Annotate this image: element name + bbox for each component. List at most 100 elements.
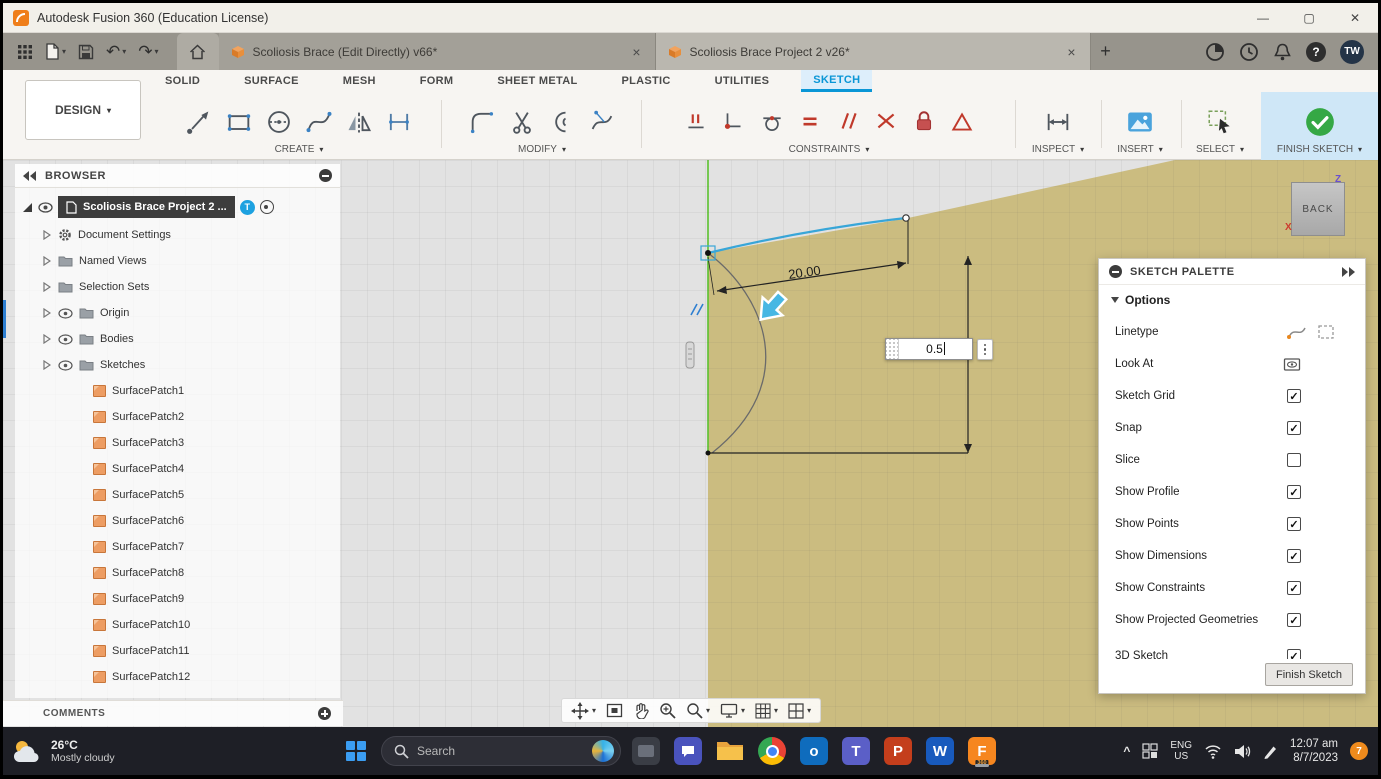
root-component[interactable]: Scoliosis Brace Project 2 ... xyxy=(58,196,235,218)
search-highlights-icon[interactable] xyxy=(592,740,614,762)
app-icon-teams-chat[interactable] xyxy=(671,734,705,768)
zoom-icon[interactable] xyxy=(656,702,679,719)
tree-item-surfacepatch[interactable]: SurfacePatch12 xyxy=(15,664,340,690)
measure-tool-icon[interactable] xyxy=(1044,108,1072,136)
modeling-canvas[interactable]: 20.00 0.5 BACK Z X ▾ ▾ ▾ ▾ ▾ BROWSER Sco… xyxy=(3,160,1378,727)
tree-item-surfacepatch[interactable]: SurfacePatch1 xyxy=(15,378,340,404)
home-tab[interactable] xyxy=(176,33,219,70)
slot-tool-icon[interactable] xyxy=(385,108,413,136)
tree-item-document-settings[interactable]: Document Settings xyxy=(15,222,340,248)
tab-plastic[interactable]: PLASTIC xyxy=(609,70,682,92)
parallel-constraint-icon[interactable] xyxy=(835,109,861,135)
select-dropdown[interactable]: SELECT ▾ xyxy=(1196,144,1244,155)
volume-icon[interactable] xyxy=(1234,744,1251,759)
expand-comments-icon[interactable] xyxy=(318,707,331,720)
show-profile-checkbox[interactable] xyxy=(1287,485,1301,499)
document-tab-1[interactable]: Scoliosis Brace (Edit Directly) v66* × xyxy=(218,33,656,70)
disclosure-icon[interactable] xyxy=(43,334,52,344)
line-tool-icon[interactable] xyxy=(185,108,213,136)
notification-count-badge[interactable]: 7 xyxy=(1350,742,1368,760)
viewports-icon[interactable]: ▾ xyxy=(785,702,814,719)
tree-item-selection-sets[interactable]: Selection Sets xyxy=(15,274,340,300)
file-menu-button[interactable]: ▾ xyxy=(41,39,70,65)
visibility-eye-icon[interactable] xyxy=(58,333,73,345)
tab-utilities[interactable]: UTILITIES xyxy=(703,70,782,92)
tree-item-surfacepatch[interactable]: SurfacePatch3 xyxy=(15,430,340,456)
taskbar-search[interactable] xyxy=(381,736,621,766)
dock-panel-icon[interactable] xyxy=(1341,266,1355,277)
app-icon-outlook[interactable]: o xyxy=(797,734,831,768)
tree-item-surfacepatch[interactable]: SurfacePatch5 xyxy=(15,482,340,508)
equal-constraint-icon[interactable] xyxy=(797,109,823,135)
disclosure-icon[interactable] xyxy=(43,308,52,318)
app-icon-word[interactable]: W xyxy=(923,734,957,768)
horizontal-vertical-constraint-icon[interactable] xyxy=(683,109,709,135)
tab-mesh[interactable]: MESH xyxy=(331,70,388,92)
insert-dropdown[interactable]: INSERT ▾ xyxy=(1117,144,1163,155)
disclosure-icon[interactable] xyxy=(43,230,52,240)
show-projected-geometries-checkbox[interactable] xyxy=(1287,613,1301,627)
wifi-icon[interactable] xyxy=(1204,744,1222,759)
tree-item-origin[interactable]: Origin xyxy=(15,300,340,326)
fillet-tool-icon[interactable] xyxy=(468,108,496,136)
midpoint-constraint-icon[interactable] xyxy=(873,109,899,135)
insert-image-icon[interactable] xyxy=(1125,109,1155,135)
finish-sketch-palette-button[interactable]: Finish Sketch xyxy=(1265,663,1353,686)
new-tab-button[interactable]: + xyxy=(1091,39,1121,65)
app-icon-powerpoint[interactable]: P xyxy=(881,734,915,768)
tab-sheet-metal[interactable]: SHEET METAL xyxy=(485,70,589,92)
sketch-point[interactable] xyxy=(705,450,711,456)
fix-lock-constraint-icon[interactable] xyxy=(911,109,937,135)
tree-item-surfacepatch[interactable]: SurfacePatch4 xyxy=(15,456,340,482)
input-drag-grip[interactable] xyxy=(886,339,899,359)
user-avatar[interactable]: TW xyxy=(1340,39,1364,64)
options-section-header[interactable]: Options xyxy=(1111,293,1170,307)
collapse-palette-icon[interactable] xyxy=(1109,265,1122,278)
create-dropdown[interactable]: CREATE ▾ xyxy=(275,144,324,155)
tab-close-icon[interactable]: × xyxy=(630,44,642,60)
tab-sketch[interactable]: SKETCH xyxy=(801,70,873,92)
show-dimensions-checkbox[interactable] xyxy=(1287,549,1301,563)
pan-hand-icon[interactable] xyxy=(630,702,652,719)
tree-item-surfacepatch[interactable]: SurfacePatch7 xyxy=(15,534,340,560)
slice-checkbox[interactable] xyxy=(1287,453,1301,467)
visibility-eye-icon[interactable] xyxy=(58,359,73,371)
select-tool-icon[interactable] xyxy=(1205,108,1235,136)
display-settings-icon[interactable]: ▾ xyxy=(717,703,748,718)
tree-item-surfacepatch[interactable]: SurfacePatch2 xyxy=(15,404,340,430)
spline-endpoint[interactable] xyxy=(902,214,910,222)
circle-tool-icon[interactable] xyxy=(265,108,293,136)
rectangle-tool-icon[interactable] xyxy=(225,108,253,136)
tab-surface[interactable]: SURFACE xyxy=(232,70,311,92)
redo-button[interactable]: ↷ ▾ xyxy=(134,39,162,65)
tray-chevron-icon[interactable]: ^ xyxy=(1123,744,1130,758)
snap-checkbox[interactable] xyxy=(1287,421,1301,435)
tab-close-icon[interactable]: × xyxy=(1065,44,1077,60)
search-input[interactable] xyxy=(417,744,584,758)
visibility-eye-icon[interactable] xyxy=(38,201,53,213)
mirror-tool-icon[interactable] xyxy=(345,108,373,136)
minimize-button[interactable]: — xyxy=(1240,3,1286,33)
dimension-input-value[interactable]: 0.5 xyxy=(899,342,972,356)
tree-item-named-views[interactable]: Named Views xyxy=(15,248,340,274)
coincident-constraint-icon[interactable] xyxy=(721,109,747,135)
undo-button[interactable]: ↶ ▾ xyxy=(102,39,130,65)
job-status-clock-icon[interactable] xyxy=(1239,42,1259,62)
show-constraints-checkbox[interactable] xyxy=(1287,581,1301,595)
tab-form[interactable]: FORM xyxy=(408,70,466,92)
tree-item-surfacepatch[interactable]: SurfacePatch9 xyxy=(15,586,340,612)
maximize-button[interactable]: ▢ xyxy=(1286,3,1332,33)
zoom-window-icon[interactable]: ▾ xyxy=(683,702,713,719)
disclosure-icon[interactable] xyxy=(43,256,52,266)
tree-item-surfacepatch[interactable]: SurfacePatch8 xyxy=(15,560,340,586)
visibility-eye-icon[interactable] xyxy=(58,307,73,319)
app-icon-files[interactable] xyxy=(629,734,663,768)
app-grid-icon[interactable] xyxy=(13,39,37,65)
constraints-dropdown[interactable]: CONSTRAINTS ▾ xyxy=(789,144,870,155)
tree-item-bodies[interactable]: Bodies xyxy=(15,326,340,352)
help-icon[interactable]: ? xyxy=(1306,41,1326,62)
app-icon-teams[interactable]: T xyxy=(839,734,873,768)
clock[interactable]: 12:07 am 8/7/2023 xyxy=(1290,737,1338,766)
app-icon-file-explorer[interactable] xyxy=(713,734,747,768)
disclosure-icon[interactable] xyxy=(43,282,52,292)
